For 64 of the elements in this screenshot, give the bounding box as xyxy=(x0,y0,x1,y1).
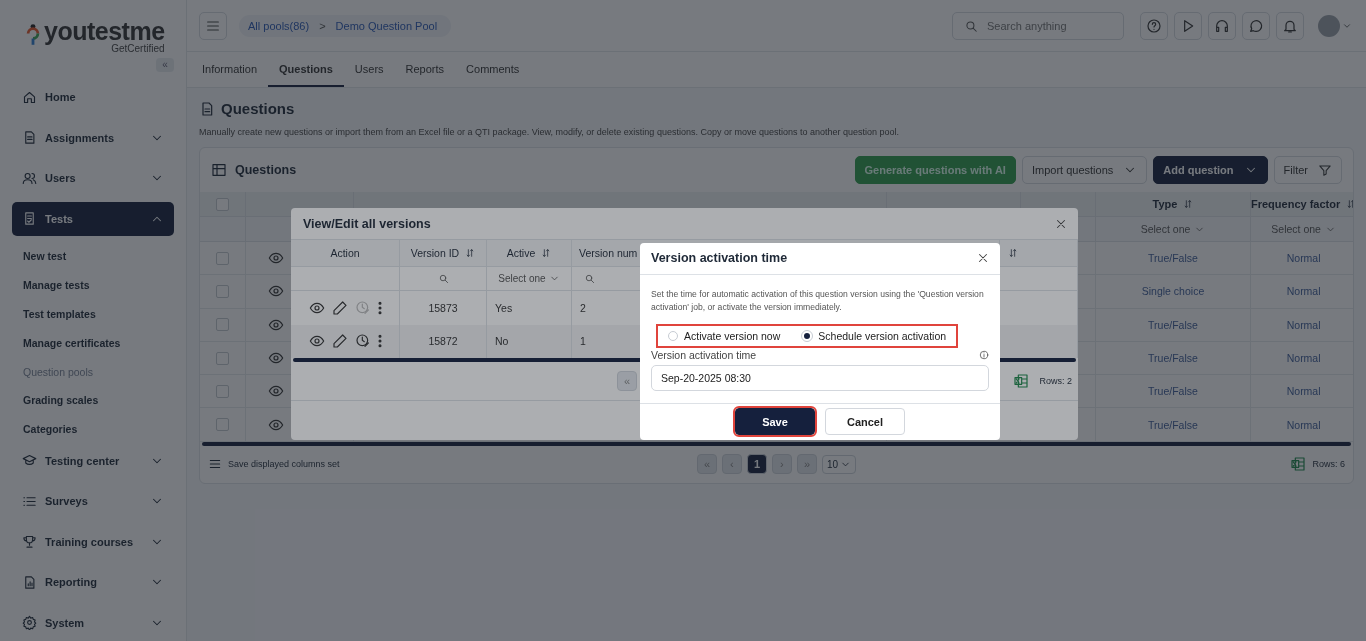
column-filter-dropdown[interactable]: Select one xyxy=(1096,217,1251,242)
toolbar-action-button[interactable]: Add question xyxy=(1153,156,1268,184)
pagination-button[interactable]: « xyxy=(617,371,637,391)
radio-label[interactable]: Activate version now xyxy=(684,329,781,342)
sidebar-item[interactable]: Training courses xyxy=(12,524,174,559)
sidebar-item[interactable]: Home xyxy=(12,80,174,114)
sidebar-subitem[interactable]: New test xyxy=(12,242,174,271)
sidebar-subitem[interactable]: Categories xyxy=(12,414,174,444)
sidebar-item[interactable]: Surveys xyxy=(12,484,174,519)
tab[interactable]: Information xyxy=(191,52,269,87)
toolbar-action-button[interactable]: Filter xyxy=(1273,156,1342,184)
column-header[interactable]: Active xyxy=(487,240,572,267)
column-header[interactable]: Frequency factor xyxy=(1251,192,1353,217)
table-cell: True/False xyxy=(1096,308,1251,342)
page-size-dropdown[interactable]: 10 xyxy=(821,454,857,474)
card-title: Questions xyxy=(235,163,297,177)
table-cell: No xyxy=(487,324,572,358)
save-columns-link[interactable]: Save displayed columns set xyxy=(228,459,340,470)
column-header[interactable]: Version ID xyxy=(400,240,487,267)
column-header[interactable]: Type xyxy=(1096,192,1251,217)
sidebar-item[interactable]: Testing center xyxy=(12,443,174,478)
column-filter-dropdown[interactable]: Select one xyxy=(487,267,572,291)
sidebar-subitem[interactable]: Manage tests xyxy=(12,270,174,300)
dialog-title: View/Edit all versions xyxy=(303,216,431,231)
breadcrumb-link[interactable]: Demo Question Pool xyxy=(335,19,438,32)
field-label: Version activation time xyxy=(651,348,757,361)
sidebar-subitem[interactable]: Test templates xyxy=(12,299,174,329)
table-cell: True/False xyxy=(1096,375,1251,409)
table-cell: 15872 xyxy=(400,324,487,358)
datetime-field[interactable]: Sep-20-2025 08:30 xyxy=(651,364,989,391)
page-description: Manually create new questions or import them from an Excel file or a QTI package. View, modify, or delete existing questions. Copy or move questions to another question pool. xyxy=(199,127,901,137)
sidebar-subitem[interactable]: Grading scales xyxy=(12,386,174,415)
sidebar-item[interactable]: Users xyxy=(12,161,174,195)
sidebar-item[interactable]: System xyxy=(12,605,174,640)
sidebar-item[interactable]: Reporting xyxy=(12,565,174,600)
dialog-button[interactable]: Save xyxy=(735,408,815,436)
collapse-sidebar-button[interactable]: « xyxy=(156,58,174,72)
breadcrumb-separator: > xyxy=(319,19,326,32)
tab[interactable]: Users xyxy=(343,52,395,87)
sidebar-subitem[interactable]: Manage certificates xyxy=(12,328,174,358)
row-count: Rows: 6 xyxy=(1312,459,1345,470)
table-cell: True/False xyxy=(1096,341,1251,376)
search-field[interactable]: Search anything xyxy=(952,11,1124,40)
tab[interactable]: Comments xyxy=(455,52,531,87)
dialog-button[interactable]: Cancel xyxy=(825,408,905,436)
page-title: Questions xyxy=(221,100,295,117)
dialog-title: Version activation time xyxy=(651,251,788,266)
sidebar-item[interactable]: Assignments xyxy=(12,120,174,155)
breadcrumb-link[interactable]: All pools(86) xyxy=(248,19,310,32)
toolbar-action-button[interactable]: Import questions xyxy=(1021,156,1148,184)
table-cell: Single choice xyxy=(1096,275,1251,309)
table-cell: True/False xyxy=(1096,242,1251,276)
logo-tagline: GetCertified xyxy=(111,44,165,54)
column-filter-dropdown[interactable]: Select one xyxy=(1251,217,1353,242)
row-count: Rows: 2 xyxy=(1039,376,1072,386)
sidebar-item[interactable]: Tests xyxy=(12,201,174,236)
table-cell: True/False xyxy=(1096,408,1251,442)
radio-label[interactable]: Schedule version activation xyxy=(818,329,947,342)
tab[interactable]: Reports xyxy=(394,52,456,87)
column-header[interactable]: Action xyxy=(291,240,400,267)
toolbar-action-button[interactable]: Generate questions with AI xyxy=(854,156,1016,184)
logo-wordmark: youtestme xyxy=(44,18,165,44)
pagination-button[interactable]: 1 xyxy=(746,454,767,475)
tab[interactable]: Questions xyxy=(268,52,344,87)
